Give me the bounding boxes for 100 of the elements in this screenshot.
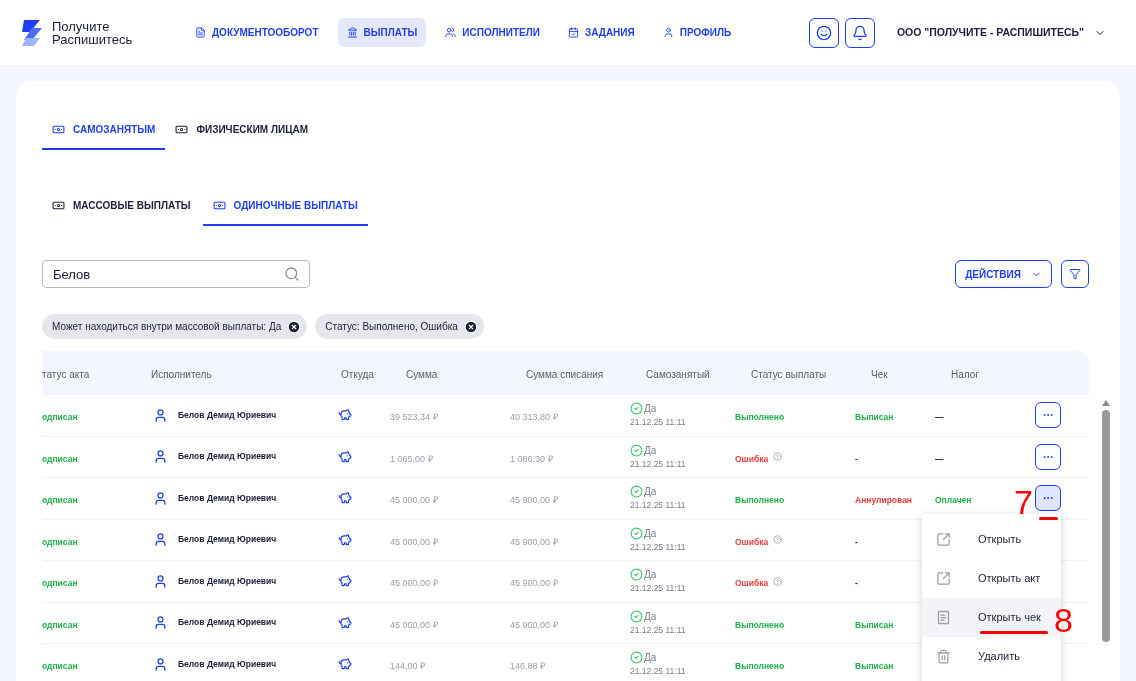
person-icon bbox=[153, 449, 168, 465]
payout-status: Ошибка bbox=[735, 578, 769, 589]
person-icon bbox=[153, 573, 168, 589]
menu-item[interactable]: Открыть акт bbox=[922, 559, 1061, 598]
amount: 1 065,00 ₽ bbox=[390, 453, 433, 464]
column-header: Налог bbox=[951, 368, 979, 380]
amount: 144,00 ₽ bbox=[390, 661, 426, 672]
scroll-up-icon[interactable] bbox=[1102, 400, 1110, 406]
self-employed-status: Да bbox=[644, 526, 657, 541]
piggy-bank-icon bbox=[338, 615, 352, 630]
check-circle-icon bbox=[630, 402, 643, 416]
debit-amount: 146,88 ₽ bbox=[510, 661, 546, 672]
person-icon bbox=[662, 27, 674, 38]
search-field[interactable]: Белов bbox=[42, 260, 310, 288]
act-status: одписан bbox=[42, 412, 78, 423]
column-header: Чек bbox=[871, 368, 888, 380]
company-selector[interactable]: ООО "ПОЛУЧИТЕ - РАСПИШИТЕСЬ" bbox=[896, 24, 1106, 41]
amount: 45 000,00 ₽ bbox=[390, 536, 438, 547]
payout-status: Ошибка bbox=[735, 536, 769, 547]
filter-chip-label: Может находиться внутри массовой выплаты: Да bbox=[52, 320, 282, 334]
nav-tab[interactable]: ВЫПЛАТЫ bbox=[337, 18, 427, 47]
menu-item[interactable]: Открыть bbox=[922, 520, 1061, 559]
act-status: одписан bbox=[42, 661, 78, 672]
date-time: 21.12.25 11:11 bbox=[630, 665, 687, 679]
act-status: одписан bbox=[42, 536, 78, 547]
performer-name[interactable]: Белов Демид Юриевич bbox=[178, 408, 277, 422]
act-status: одписан bbox=[42, 619, 78, 630]
person-icon bbox=[153, 656, 168, 672]
receipt-status: Аннулирован bbox=[855, 495, 912, 506]
payout-status: Выполнено bbox=[735, 495, 785, 506]
date-time: 21.12.25 11:11 bbox=[630, 623, 687, 637]
tab[interactable]: ФИЗИЧЕСКИМ ЛИЦАМ bbox=[165, 110, 318, 150]
act-status: одписан bbox=[42, 578, 78, 589]
filter-button[interactable] bbox=[1061, 260, 1089, 288]
notifications-button[interactable] bbox=[844, 17, 875, 48]
check-circle-icon bbox=[630, 609, 643, 623]
date-time: 21.12.25 11:11 bbox=[630, 416, 687, 430]
annotation-number: 7 bbox=[1014, 485, 1033, 519]
performer-name[interactable]: Белов Демид Юриевич bbox=[178, 450, 277, 464]
remove-icon[interactable] bbox=[463, 319, 478, 334]
bank-icon bbox=[346, 27, 358, 38]
debit-amount: 45 900,00 ₽ bbox=[510, 536, 558, 547]
more-button[interactable] bbox=[1035, 485, 1061, 512]
amount: 45 000,00 ₽ bbox=[390, 578, 438, 589]
performer-name[interactable]: Белов Демид Юриевич bbox=[178, 491, 277, 505]
column-header: Откуда bbox=[341, 368, 374, 380]
search-icon bbox=[284, 266, 300, 282]
receipt-status: - bbox=[855, 536, 858, 547]
debit-amount: 40 313,80 ₽ bbox=[510, 412, 558, 423]
debit-amount: 45 900,00 ₽ bbox=[510, 578, 558, 589]
scrollbar-thumb[interactable] bbox=[1102, 410, 1110, 642]
payout-status: Ошибка bbox=[735, 453, 769, 464]
self-employed-status: Да bbox=[644, 443, 657, 458]
more-button[interactable] bbox=[1035, 443, 1061, 470]
column-header: Самозанятый bbox=[646, 368, 710, 380]
date-time: 21.12.25 11:11 bbox=[630, 499, 687, 513]
piggy-bank-icon bbox=[338, 408, 352, 423]
debit-amount: 45 900,00 ₽ bbox=[510, 619, 558, 630]
face-icon bbox=[815, 24, 832, 41]
annotation-underline bbox=[1039, 517, 1058, 520]
performer-name[interactable]: Белов Демид Юриевич bbox=[178, 533, 277, 547]
amount: 39 523,34 ₽ bbox=[390, 412, 438, 423]
piggy-bank-icon bbox=[338, 491, 352, 506]
menu-item[interactable]: Удалить bbox=[922, 637, 1061, 676]
payout-status: Выполнено bbox=[735, 619, 785, 630]
nav-tab[interactable]: ЗАДАНИЯ bbox=[558, 18, 644, 47]
check-circle-icon bbox=[630, 526, 643, 540]
piggy-bank-icon bbox=[338, 574, 352, 589]
nav-tab[interactable]: ДОКУМЕНТООБОРОТ bbox=[186, 18, 328, 47]
nav-tab[interactable]: ПРОФИЛЬ bbox=[653, 18, 741, 47]
date-time: 21.12.25 11:11 bbox=[630, 540, 687, 554]
person-icon bbox=[153, 407, 168, 423]
receipt-status: Выписан bbox=[855, 412, 894, 423]
assistant-button[interactable] bbox=[808, 17, 839, 48]
performer-name[interactable]: Белов Демид Юриевич bbox=[178, 616, 277, 630]
amount: 45 000,00 ₽ bbox=[390, 619, 438, 630]
remove-icon[interactable] bbox=[287, 319, 302, 334]
person-icon bbox=[153, 532, 168, 548]
self-employed-status: Да bbox=[644, 651, 657, 666]
filter-icon bbox=[1069, 268, 1081, 280]
column-header: Исполнитель bbox=[151, 368, 212, 380]
payout-status: Выполнено bbox=[735, 412, 785, 423]
tab[interactable]: МАССОВЫЕ ВЫПЛАТЫ bbox=[42, 186, 201, 226]
actions-button[interactable]: ДЕЙСТВИЯ bbox=[955, 260, 1052, 288]
receipt-status: - bbox=[855, 453, 858, 464]
annotation-underline bbox=[980, 631, 1048, 634]
self-employed-status: Да bbox=[644, 568, 657, 583]
more-button[interactable] bbox=[1035, 402, 1061, 429]
piggy-bank-icon bbox=[338, 657, 352, 672]
tab[interactable]: САМОЗАНЯТЫМ bbox=[42, 110, 166, 150]
filter-chip-label: Статус: Выполнено, Ошибка bbox=[325, 320, 458, 334]
check-circle-icon bbox=[630, 568, 643, 582]
nav-tab[interactable]: ИСПОЛНИТЕЛИ bbox=[436, 18, 549, 47]
external-link-icon bbox=[936, 571, 951, 586]
performer-name[interactable]: Белов Демид Юриевич bbox=[178, 657, 277, 671]
performer-name[interactable]: Белов Демид Юриевич bbox=[178, 574, 277, 588]
self-employed-status: Да bbox=[644, 609, 657, 624]
document-icon bbox=[195, 27, 206, 38]
calendar-icon bbox=[567, 27, 579, 38]
tab[interactable]: ОДИНОЧНЫЕ ВЫПЛАТЫ bbox=[202, 186, 368, 226]
